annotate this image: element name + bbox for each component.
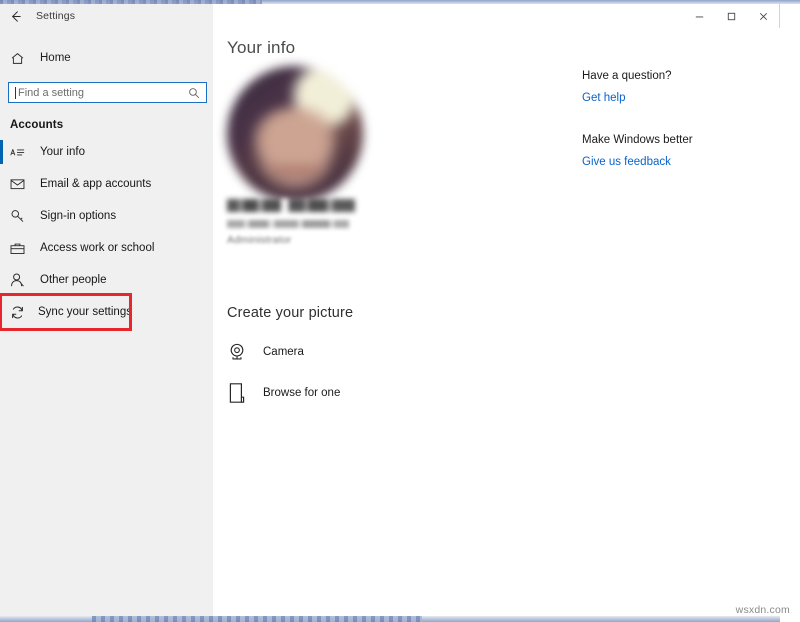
desktop-edge-bottom [0, 616, 780, 622]
key-icon [10, 209, 27, 223]
page-title: Your info [227, 38, 296, 57]
sidebar: Home Find a setting Accounts Your info E… [0, 28, 213, 616]
help-panel: Have a question? Get help Make Windows b… [582, 70, 752, 170]
sidebar-item-your-info-label: Your info [40, 146, 85, 158]
watermark: wsxdn.com [735, 604, 790, 616]
sidebar-item-email-app-accounts[interactable]: Email & app accounts [0, 168, 213, 200]
maximize-icon[interactable] [715, 4, 747, 28]
person-icon [10, 273, 27, 287]
sidebar-item-other-people-label: Other people [40, 274, 107, 286]
account-display-name-redacted [227, 199, 355, 212]
home-icon [10, 51, 27, 66]
text-caret [15, 86, 16, 99]
sidebar-item-sign-in-options[interactable]: Sign-in options [0, 200, 213, 232]
sidebar-item-sign-in-options-label: Sign-in options [40, 210, 117, 222]
app-title: Settings [36, 10, 76, 22]
avatar-layer-face [227, 66, 363, 202]
search-icon[interactable] [188, 87, 200, 99]
sync-icon [10, 305, 25, 320]
title-bar-drag-area[interactable] [213, 4, 683, 28]
sidebar-item-home[interactable]: Home [0, 44, 213, 72]
account-email-redacted [227, 220, 349, 228]
give-us-feedback-link[interactable]: Give us feedback [582, 156, 671, 168]
settings-window: Settings Home Find a setting Accounts Yo… [0, 4, 780, 616]
avatar[interactable] [227, 66, 363, 202]
create-picture-option-browse-label: Browse for one [263, 387, 341, 399]
back-arrow-icon[interactable] [0, 4, 30, 28]
settings-window-screenshot: Settings Home Find a setting Accounts Yo… [0, 0, 800, 622]
background-window-strip-bottom [92, 616, 422, 622]
help-panel-spacer [582, 106, 752, 134]
sidebar-item-sync-your-settings[interactable]: Sync your settings [0, 293, 132, 331]
content-pane: Your info Administrator Create your pict… [213, 28, 780, 616]
account-role: Administrator [227, 234, 292, 246]
sidebar-item-access-work-or-school[interactable]: Access work or school [0, 232, 213, 264]
sidebar-item-access-work-or-school-label: Access work or school [40, 242, 155, 254]
create-picture-option-camera[interactable]: Camera [227, 339, 304, 365]
create-picture-option-camera-label: Camera [263, 346, 304, 358]
title-bar: Settings [0, 4, 779, 28]
sidebar-item-other-people[interactable]: Other people [0, 264, 213, 296]
close-icon[interactable] [747, 4, 779, 28]
search-input[interactable]: Find a setting [8, 82, 207, 103]
camera-icon [227, 342, 259, 362]
help-question-heading: Have a question? [582, 70, 672, 82]
window-controls [683, 4, 779, 28]
minimize-icon[interactable] [683, 4, 715, 28]
sidebar-item-your-info[interactable]: Your info [0, 136, 213, 168]
help-feedback-heading: Make Windows better [582, 134, 693, 146]
briefcase-icon [10, 242, 27, 255]
title-bar-left: Settings [0, 4, 213, 28]
create-picture-section-title: Create your picture [227, 305, 354, 321]
sidebar-item-home-label: Home [40, 52, 71, 64]
your-info-icon [10, 146, 27, 159]
sidebar-item-email-app-accounts-label: Email & app accounts [40, 178, 152, 190]
search-container: Find a setting [8, 82, 207, 103]
create-picture-option-browse[interactable]: Browse for one [227, 380, 340, 406]
search-placeholder: Find a setting [18, 86, 85, 99]
mail-icon [10, 178, 27, 190]
sidebar-item-sync-your-settings-label: Sync your settings [38, 306, 132, 318]
get-help-link[interactable]: Get help [582, 92, 625, 104]
browse-file-icon [227, 382, 259, 404]
sidebar-group-header: Accounts [10, 119, 64, 131]
